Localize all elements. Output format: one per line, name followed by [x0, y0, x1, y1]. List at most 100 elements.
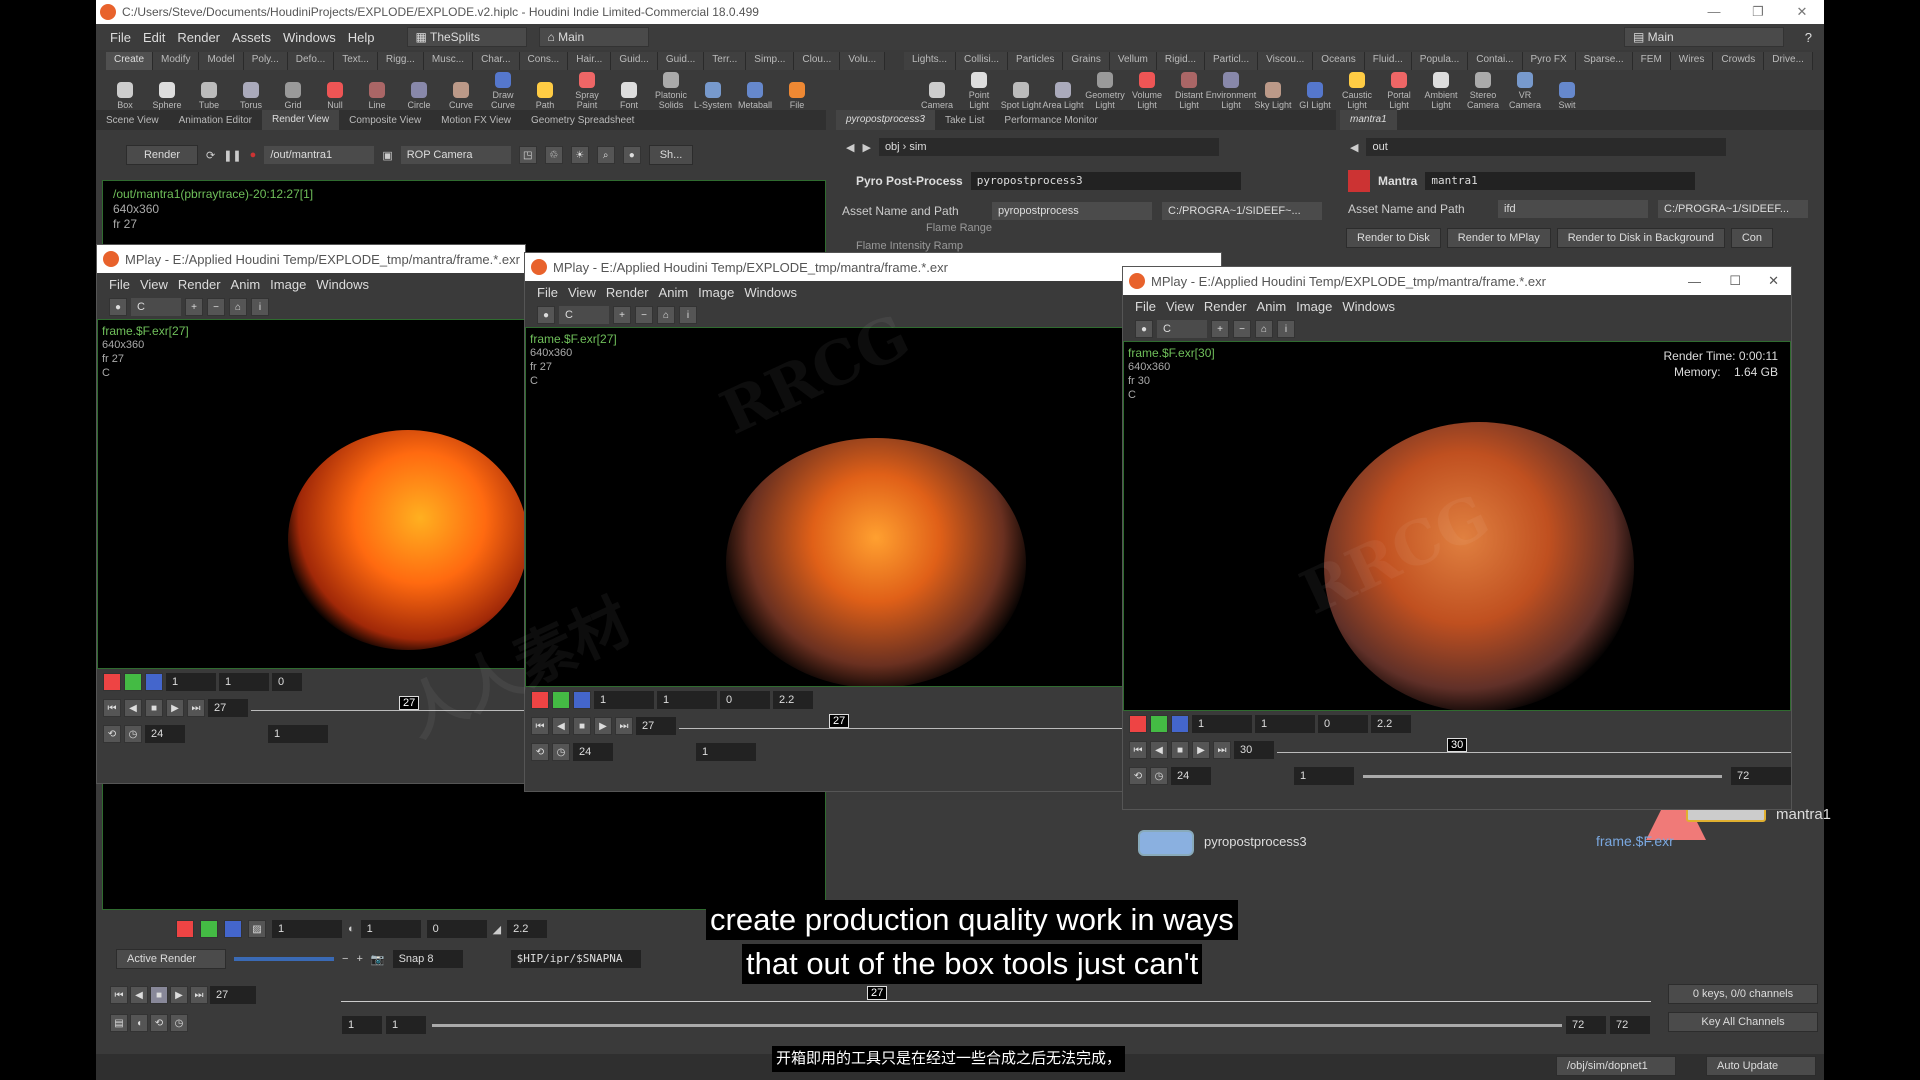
mplay-1-zoom-out-icon[interactable]: −: [207, 298, 225, 316]
mplay-2-menu-view[interactable]: View: [568, 285, 596, 300]
shelf-tab[interactable]: Hair...: [568, 52, 612, 70]
mplay-3-zoom-in-icon[interactable]: +: [1211, 320, 1229, 338]
red-channel-icon[interactable]: [176, 920, 194, 938]
render-to-mplay-button[interactable]: Render to MPlay: [1446, 228, 1551, 248]
mplay-3-title-bar[interactable]: MPlay - E:/Applied Houdini Temp/EXPLODE_…: [1123, 267, 1791, 295]
range-end2-field[interactable]: 72: [1610, 1016, 1650, 1034]
desktop-selector[interactable]: ▦ TheSplits: [406, 27, 527, 47]
shelf-tool[interactable]: Grid: [272, 70, 314, 110]
mplay-1-jump-end-icon[interactable]: ⏭: [187, 699, 205, 717]
mplay-2-realtime-icon[interactable]: ◷: [552, 743, 570, 761]
mplay-2-jump-end-icon[interactable]: ⏭: [615, 717, 633, 735]
mplay-3-frame[interactable]: 30: [1234, 741, 1274, 759]
minimize-button[interactable]: —: [1692, 0, 1736, 24]
play-icon[interactable]: ▶: [170, 986, 188, 1004]
node-name-field[interactable]: pyropostprocess3: [970, 172, 1241, 190]
loop-icon[interactable]: ⟲: [150, 1014, 168, 1032]
mplay-2-menu-anim[interactable]: Anim: [659, 285, 689, 300]
range-start-field[interactable]: 1: [342, 1016, 382, 1034]
mplay-3-range-start[interactable]: 1: [1294, 767, 1354, 785]
mantra-asset-name[interactable]: ifd: [1498, 200, 1648, 218]
tab-geometry-spreadsheet[interactable]: Geometry Spreadsheet: [521, 115, 644, 126]
mplay-3-range-slider[interactable]: [1363, 774, 1722, 778]
shelf-tab[interactable]: Pyro FX: [1522, 52, 1576, 70]
shelf-tool[interactable]: Line: [356, 70, 398, 110]
shelf-tab[interactable]: Volu...: [840, 52, 886, 70]
mplay-2-loop-icon[interactable]: ⟲: [531, 743, 549, 761]
mplay-3-fps[interactable]: 24: [1171, 767, 1211, 785]
mplay-1-stop-icon[interactable]: ■: [145, 699, 163, 717]
mplay-1-channel[interactable]: C: [131, 298, 181, 316]
shelf-tool[interactable]: Metaball: [734, 70, 776, 110]
tab-render-view[interactable]: Render View: [262, 110, 340, 130]
shelf-tool[interactable]: Geometry Light: [1084, 70, 1126, 110]
mplay-2-fps[interactable]: 24: [573, 743, 613, 761]
plus-icon[interactable]: +: [356, 953, 362, 965]
menu-help[interactable]: Help: [348, 30, 375, 45]
mplay-2-green-icon[interactable]: [552, 691, 570, 709]
shelf-tool[interactable]: Volume Light: [1126, 70, 1168, 110]
tab-motion-fx-view[interactable]: Motion FX View: [431, 115, 521, 126]
mplay-3-exposure[interactable]: 1: [1192, 715, 1252, 733]
mplay-1-realtime-icon[interactable]: ◷: [124, 725, 142, 743]
shelf-tool[interactable]: Spot Light: [1000, 70, 1042, 110]
mplay-1-zoom-in-icon[interactable]: +: [185, 298, 203, 316]
range-end-field[interactable]: 72: [1566, 1016, 1606, 1034]
shelf-tab[interactable]: Wires: [1670, 52, 1714, 70]
shelf-tab[interactable]: Popula...: [1411, 52, 1469, 70]
shelf-tool[interactable]: Spray Paint: [566, 70, 608, 110]
mplay-3-maximize[interactable]: ☐: [1729, 273, 1741, 289]
shelf-tool[interactable]: Caustic Light: [1336, 70, 1378, 110]
network-editor[interactable]: pyropostprocess3 mantra1: [826, 800, 1831, 910]
realtime-icon[interactable]: ◷: [170, 1014, 188, 1032]
mplay-1-title-bar[interactable]: MPlay - E:/Applied Houdini Temp/EXPLODE_…: [97, 245, 525, 273]
zoom-icon[interactable]: ⌕: [596, 146, 615, 164]
shelf-tab[interactable]: Grains: [1063, 52, 1110, 70]
mplay-1-frame[interactable]: 27: [208, 699, 248, 717]
mplay-3-info-icon[interactable]: i: [1277, 320, 1295, 338]
shelf-tab[interactable]: Rigid...: [1156, 52, 1205, 70]
mplay-3-zoom-out-icon[interactable]: −: [1233, 320, 1251, 338]
shelf-tab[interactable]: Clou...: [794, 52, 841, 70]
shelf-tool[interactable]: Portal Light: [1378, 70, 1420, 110]
tab-scene-view[interactable]: Scene View: [96, 115, 169, 126]
mplay-1-menu-render[interactable]: Render: [178, 277, 221, 292]
mplay-3-stop-icon[interactable]: ■: [1171, 741, 1189, 759]
mplay-2-zoom-out-icon[interactable]: −: [635, 306, 653, 324]
shelf-tool[interactable]: Sky Light: [1252, 70, 1294, 110]
mplay-1-view-icon[interactable]: ●: [109, 298, 127, 316]
back-arrow-icon[interactable]: ◀: [846, 141, 854, 154]
mplay-2-gamma[interactable]: 2.2: [773, 691, 813, 709]
render-to-disk-button[interactable]: Render to Disk: [1346, 228, 1441, 248]
mplay-2-brightness[interactable]: 1: [657, 691, 717, 709]
context-selector[interactable]: ⌂ Main: [538, 27, 649, 47]
mplay-1-home-icon[interactable]: ⌂: [229, 298, 247, 316]
mplay-1-menu-file[interactable]: File: [109, 277, 130, 292]
rop-path-field[interactable]: /out/mantra1: [264, 146, 375, 164]
light-icon[interactable]: ☀: [570, 146, 589, 164]
snapshot-icon[interactable]: ◳: [518, 146, 537, 164]
minus-icon[interactable]: −: [342, 953, 348, 965]
help-icon[interactable]: ?: [1805, 30, 1812, 45]
mplay-2-view-icon[interactable]: ●: [537, 306, 555, 324]
blue-channel-icon[interactable]: [224, 920, 242, 938]
shelf-tool[interactable]: Box: [104, 70, 146, 110]
preview-icon[interactable]: ♲: [544, 146, 563, 164]
shelf-tool[interactable]: VR Camera: [1504, 70, 1546, 110]
tab-performance-monitor[interactable]: Performance Monitor: [994, 115, 1107, 126]
asset-path-field[interactable]: C:/PROGRA~1/SIDEEF~...: [1162, 202, 1322, 220]
key-mode-select[interactable]: Key All Channels: [1668, 1012, 1818, 1032]
mplay-3-view-icon[interactable]: ●: [1135, 320, 1153, 338]
mplay-3-realtime-icon[interactable]: ◷: [1150, 767, 1168, 785]
active-render-select[interactable]: Active Render: [116, 949, 226, 969]
mantra-back-icon[interactable]: ◀: [1350, 141, 1358, 154]
play-reverse-icon[interactable]: ◀: [130, 986, 148, 1004]
mplay-2-exposure[interactable]: 1: [594, 691, 654, 709]
shelf-tab[interactable]: Oceans: [1313, 52, 1365, 70]
current-frame-field[interactable]: 27: [210, 986, 256, 1004]
shelf-tool[interactable]: Tube: [188, 70, 230, 110]
shelf-tab[interactable]: Contai...: [1468, 52, 1523, 70]
render-to-disk-background-button[interactable]: Render to Disk in Background: [1556, 228, 1725, 248]
shelf-tab[interactable]: Lights...: [904, 52, 957, 70]
shelf-tool[interactable]: Camera: [916, 70, 958, 110]
